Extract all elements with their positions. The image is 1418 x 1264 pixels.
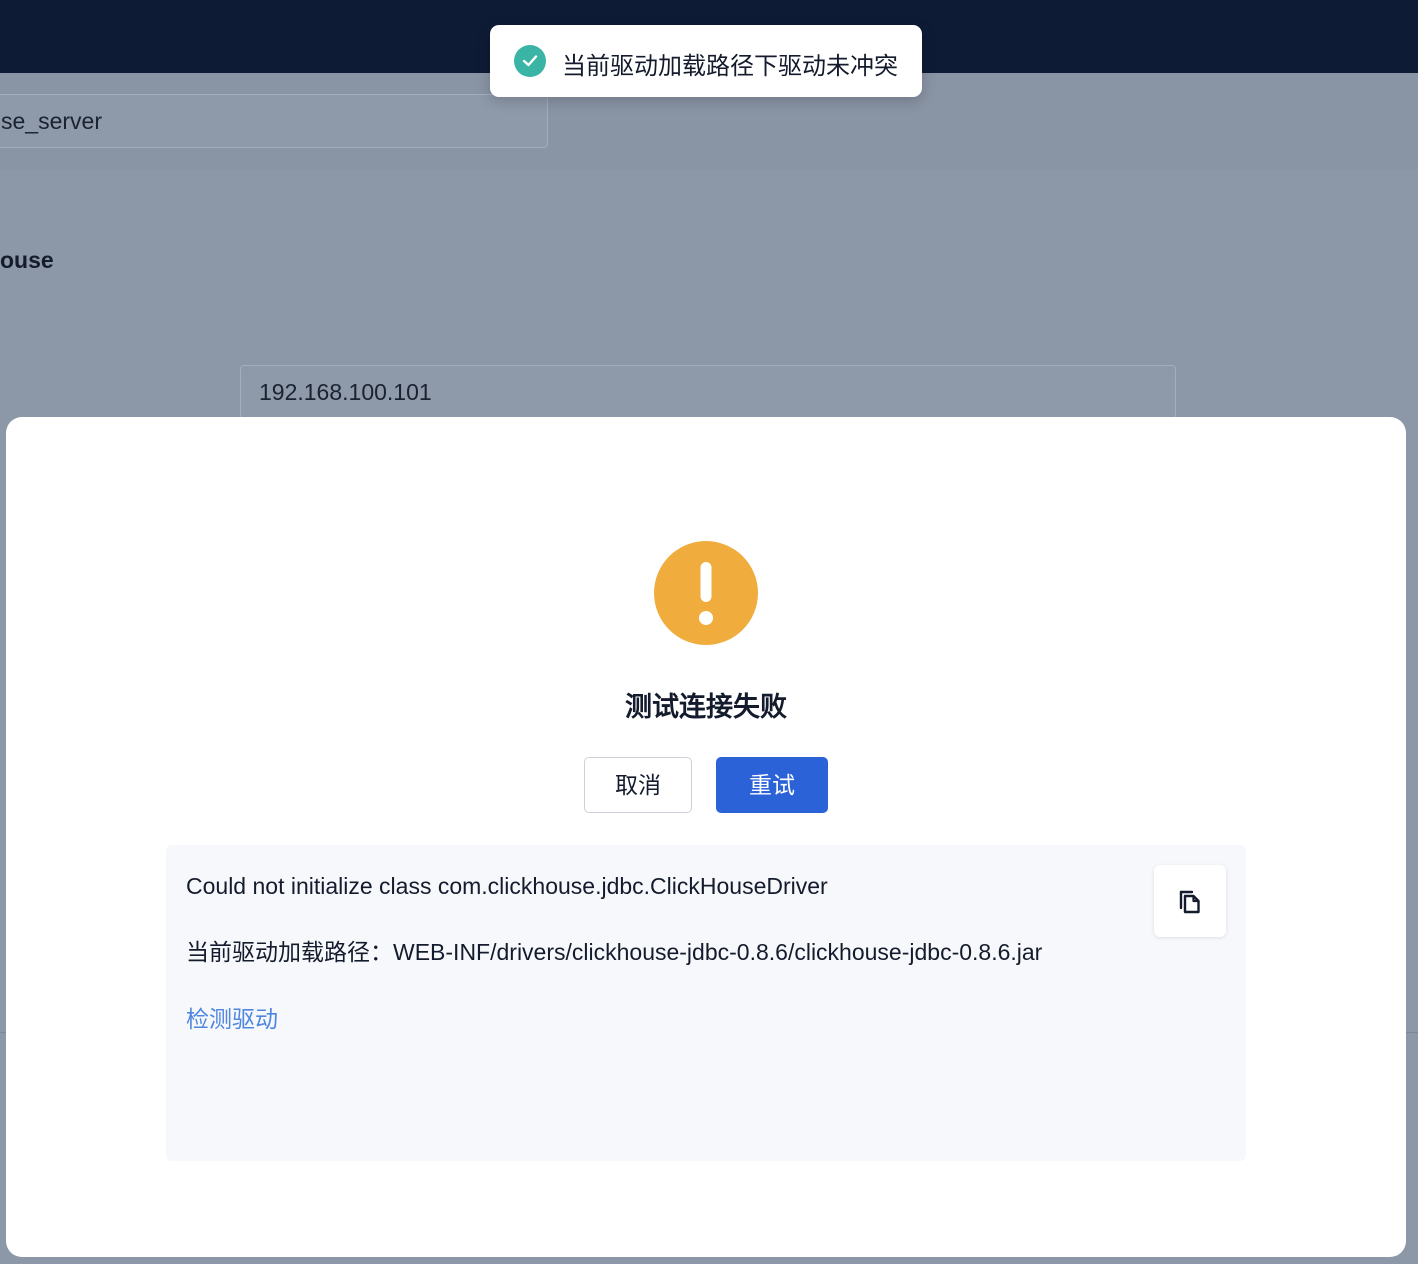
check-circle-icon xyxy=(514,45,546,77)
driver-path-text: 当前驱动加载路径：WEB-INF/drivers/clickhouse-jdbc… xyxy=(186,939,1043,965)
success-toast: 当前驱动加载路径下驱动未冲突 xyxy=(490,25,922,97)
error-details-panel: Could not initialize class com.clickhous… xyxy=(166,845,1246,1161)
toast-message: 当前驱动加载路径下驱动未冲突 xyxy=(562,53,898,80)
datasource-name-field[interactable]: se_server xyxy=(0,94,548,148)
cancel-button[interactable]: 取消 xyxy=(584,757,692,813)
connection-test-dialog: 测试连接失败 取消 重试 Could not initialize class … xyxy=(6,417,1406,1257)
error-message: Could not initialize class com.clickhous… xyxy=(186,873,828,899)
retry-button[interactable]: 重试 xyxy=(716,757,828,813)
warning-icon xyxy=(653,540,759,646)
detect-driver-link[interactable]: 检测驱动 xyxy=(186,1000,278,1034)
dialog-title: 测试连接失败 xyxy=(625,692,787,722)
datasource-type-label: ouse xyxy=(0,247,54,273)
copy-button[interactable] xyxy=(1154,865,1226,937)
copy-icon xyxy=(1179,890,1200,914)
